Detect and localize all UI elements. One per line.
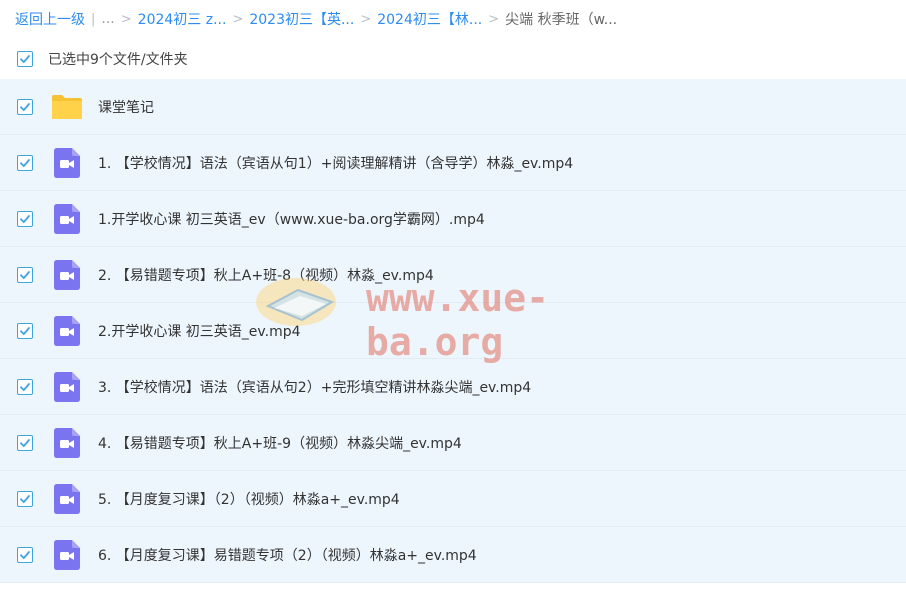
selection-summary: 已选中9个文件/文件夹 bbox=[48, 52, 188, 68]
check-icon bbox=[20, 55, 30, 63]
file-name[interactable]: 2.开学收心课 初三英语_ev.mp4 bbox=[98, 321, 301, 341]
file-row[interactable]: 1.开学收心课 初三英语_ev（www.xue-ba.org学霸网）.mp4 bbox=[0, 191, 906, 247]
file-name[interactable]: 2. 【易错题专项】秋上A+班-8（视频）林淼_ev.mp4 bbox=[98, 265, 434, 285]
file-row[interactable]: 2. 【易错题专项】秋上A+班-8（视频）林淼_ev.mp4 bbox=[0, 247, 906, 303]
file-name[interactable]: 3. 【学校情况】语法（宾语从句2）+完形填空精讲林淼尖端_ev.mp4 bbox=[98, 377, 531, 397]
folder-icon bbox=[51, 91, 83, 123]
file-row[interactable]: 1. 【学校情况】语法（宾语从句1）+阅读理解精讲（含导学）林淼_ev.mp4 bbox=[0, 135, 906, 191]
video-file-icon bbox=[51, 539, 83, 571]
check-icon bbox=[20, 494, 30, 503]
file-row[interactable]: 6. 【月度复习课】易错题专项（2）（视频）林淼a+_ev.mp4 bbox=[0, 527, 906, 583]
file-list: 课堂笔记 1. 【学校情况】语法（宾语从句1）+阅读理解精讲（含导学）林淼_ev… bbox=[0, 79, 906, 583]
selection-bar: 已选中9个文件/文件夹 bbox=[0, 40, 906, 78]
breadcrumb-ellipsis[interactable]: ... bbox=[101, 11, 114, 27]
file-row[interactable]: 5. 【月度复习课】（2）（视频）林淼a+_ev.mp4 bbox=[0, 471, 906, 527]
breadcrumb-divider: | bbox=[91, 11, 96, 27]
check-icon bbox=[20, 382, 30, 391]
video-file-icon bbox=[51, 371, 83, 403]
check-icon bbox=[20, 326, 30, 335]
check-icon bbox=[20, 438, 30, 447]
video-file-icon bbox=[51, 427, 83, 459]
file-row[interactable]: 4. 【易错题专项】秋上A+班-9（视频）林淼尖端_ev.mp4 bbox=[0, 415, 906, 471]
row-checkbox[interactable] bbox=[17, 434, 33, 451]
check-icon bbox=[20, 550, 30, 559]
breadcrumb-separator: > bbox=[360, 11, 372, 27]
check-icon bbox=[20, 214, 30, 223]
video-file-icon bbox=[51, 147, 83, 179]
check-icon bbox=[20, 102, 30, 111]
row-checkbox[interactable] bbox=[17, 546, 33, 563]
video-file-icon bbox=[51, 315, 83, 347]
select-all-checkbox[interactable] bbox=[17, 51, 33, 67]
file-row[interactable]: 3. 【学校情况】语法（宾语从句2）+完形填空精讲林淼尖端_ev.mp4 bbox=[0, 359, 906, 415]
video-file-icon bbox=[51, 203, 83, 235]
check-icon bbox=[20, 158, 30, 167]
row-checkbox[interactable] bbox=[17, 266, 33, 283]
file-name[interactable]: 5. 【月度复习课】（2）（视频）林淼a+_ev.mp4 bbox=[98, 489, 400, 509]
breadcrumb-separator: > bbox=[232, 11, 244, 27]
row-checkbox[interactable] bbox=[17, 322, 33, 339]
file-name[interactable]: 1.开学收心课 初三英语_ev（www.xue-ba.org学霸网）.mp4 bbox=[98, 209, 485, 229]
row-checkbox[interactable] bbox=[17, 98, 33, 115]
row-checkbox[interactable] bbox=[17, 210, 33, 227]
breadcrumb-current: 尖端 秋季班（w... bbox=[505, 12, 618, 28]
folder-row[interactable]: 课堂笔记 bbox=[0, 79, 906, 135]
video-file-icon bbox=[51, 483, 83, 515]
file-name[interactable]: 6. 【月度复习课】易错题专项（2）（视频）林淼a+_ev.mp4 bbox=[98, 545, 477, 565]
check-icon bbox=[20, 270, 30, 279]
breadcrumb-item[interactable]: 2023初三【英... bbox=[249, 9, 354, 29]
breadcrumb-separator: > bbox=[120, 11, 132, 27]
row-checkbox[interactable] bbox=[17, 154, 33, 171]
breadcrumb: 返回上一级 | ... > 2024初三 z... > 2023初三【英... … bbox=[15, 9, 617, 29]
back-link[interactable]: 返回上一级 bbox=[15, 9, 85, 29]
file-name[interactable]: 4. 【易错题专项】秋上A+班-9（视频）林淼尖端_ev.mp4 bbox=[98, 433, 462, 453]
file-row[interactable]: 2.开学收心课 初三英语_ev.mp4 bbox=[0, 303, 906, 359]
row-checkbox[interactable] bbox=[17, 490, 33, 507]
breadcrumb-separator: > bbox=[488, 11, 500, 27]
row-checkbox[interactable] bbox=[17, 378, 33, 395]
file-name[interactable]: 课堂笔记 bbox=[98, 97, 154, 117]
video-file-icon bbox=[51, 259, 83, 291]
breadcrumb-item[interactable]: 2024初三 z... bbox=[138, 9, 227, 29]
breadcrumb-item[interactable]: 2024初三【林... bbox=[377, 9, 482, 29]
file-name[interactable]: 1. 【学校情况】语法（宾语从句1）+阅读理解精讲（含导学）林淼_ev.mp4 bbox=[98, 153, 573, 173]
